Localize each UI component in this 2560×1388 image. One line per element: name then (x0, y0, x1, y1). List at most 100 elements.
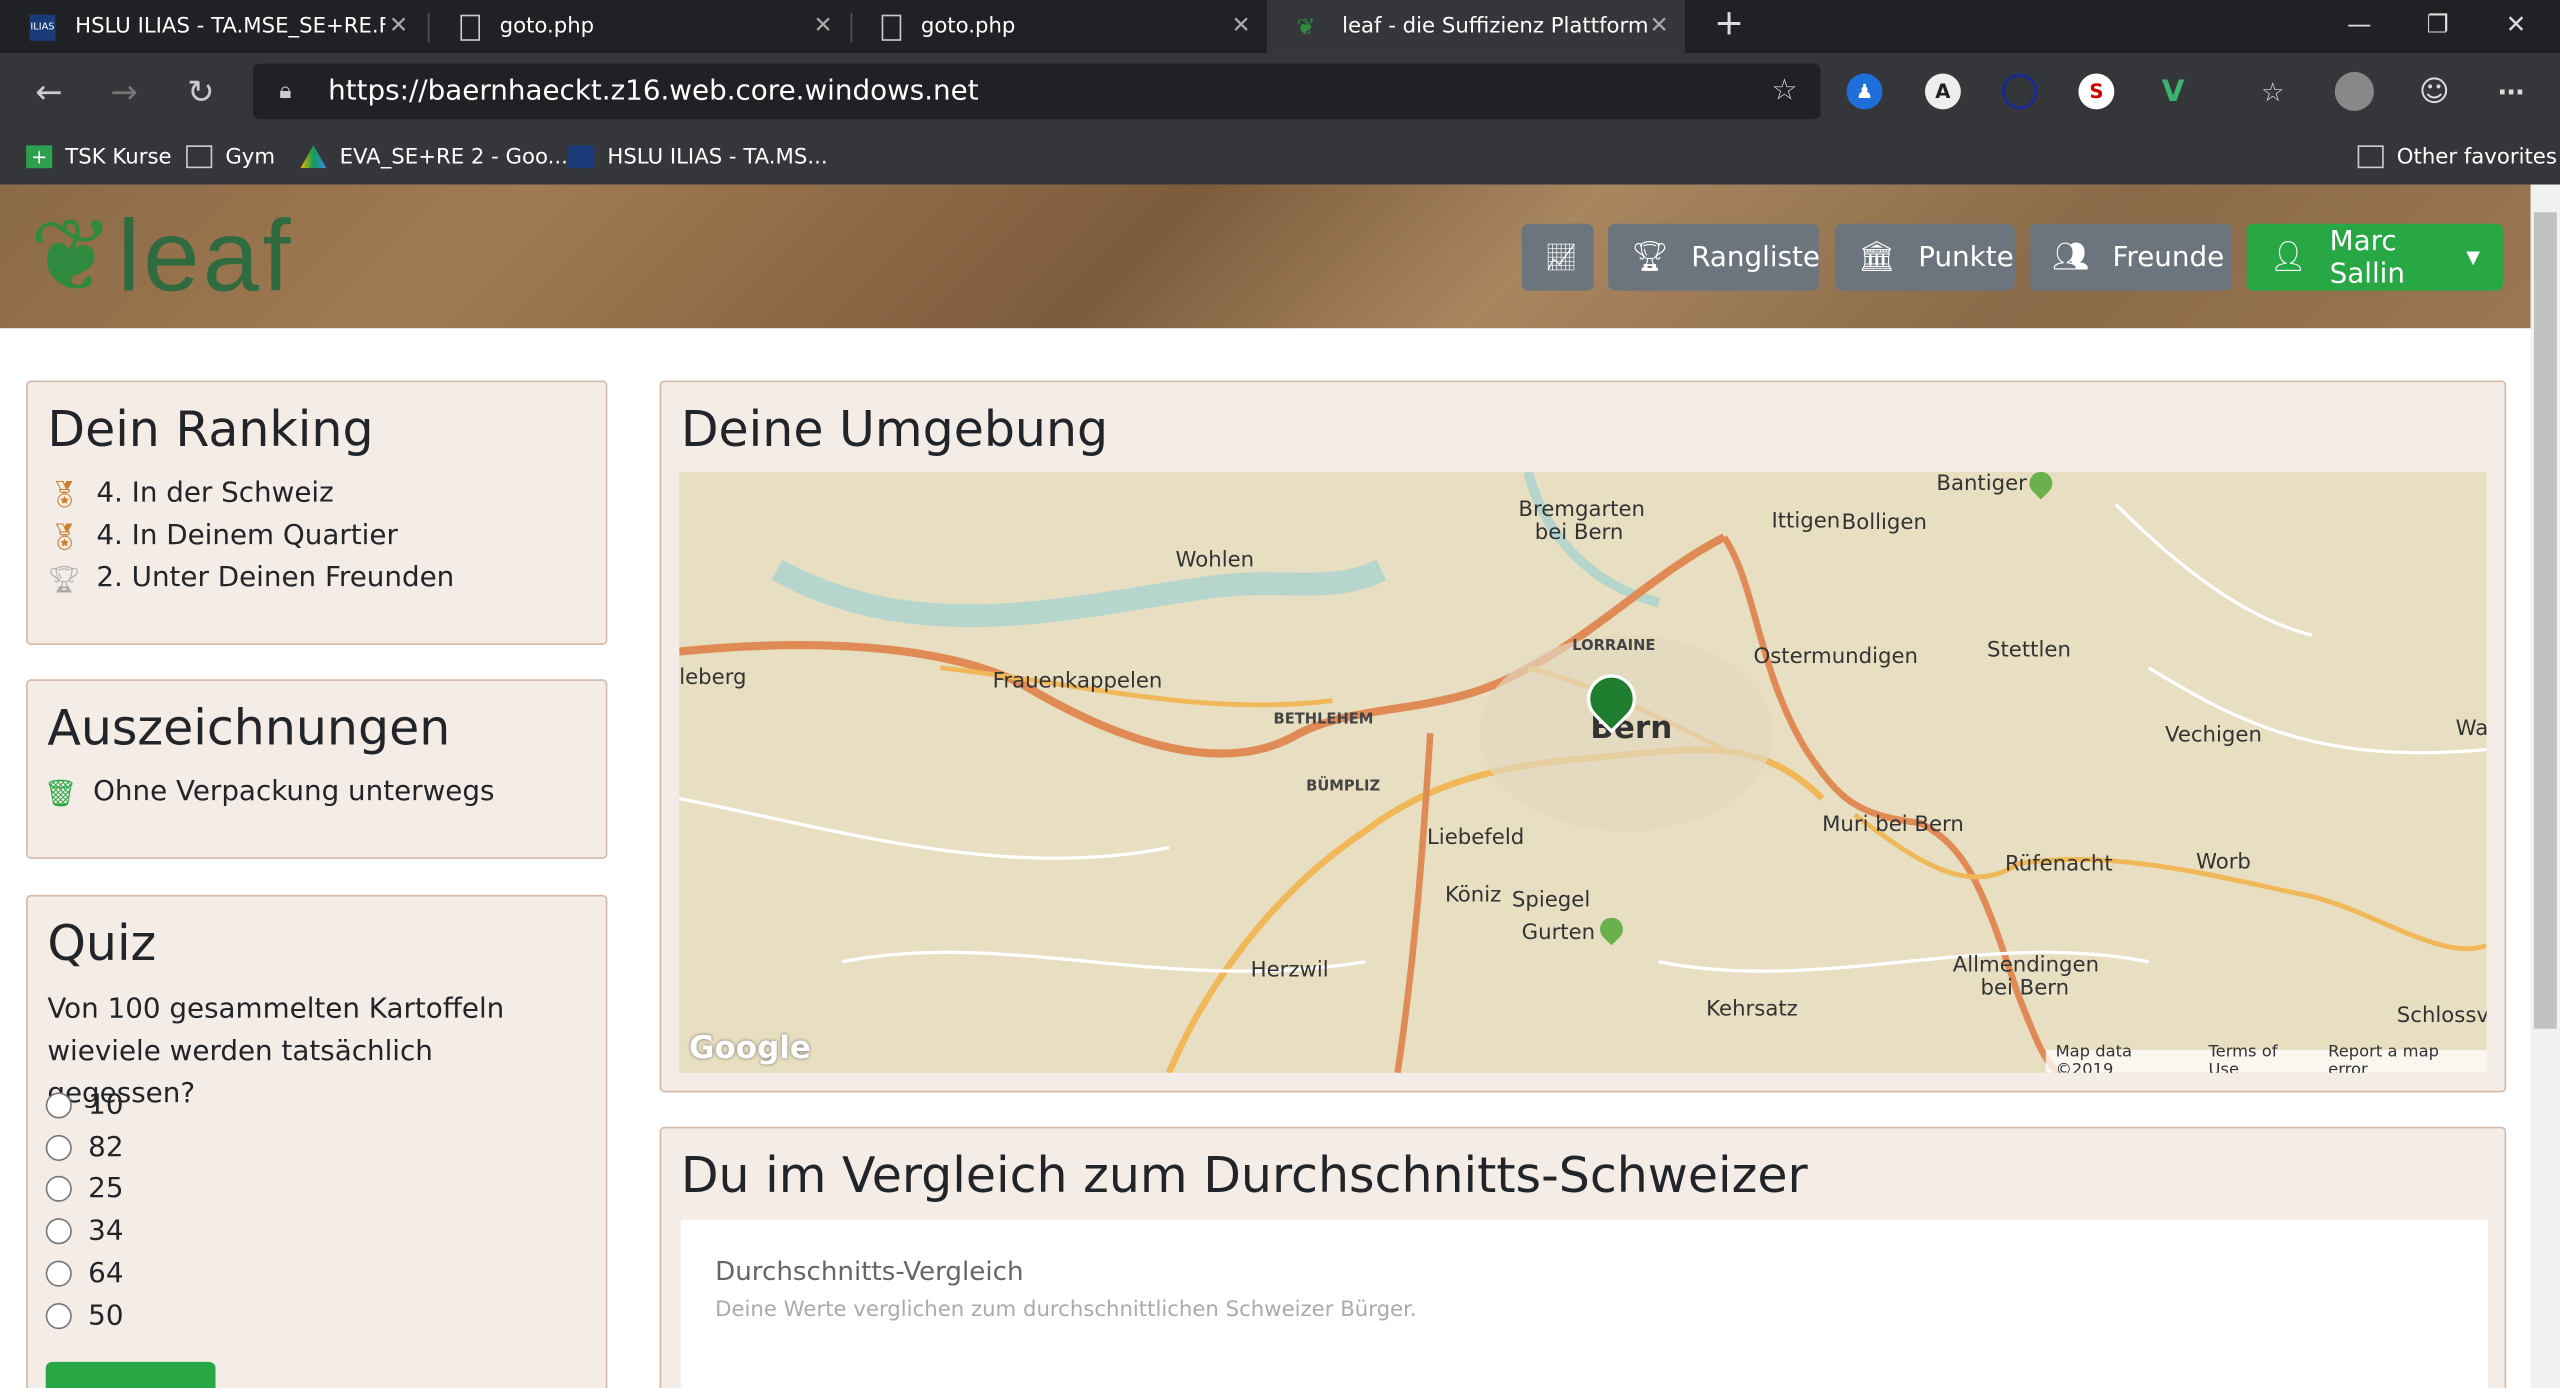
scrollbar-thumb[interactable] (2533, 212, 2557, 1029)
favorite-label: TSK Kurse (65, 144, 172, 170)
google-logo: Google (688, 1030, 811, 1067)
tab-title: HSLU ILIAS - TA.MSE_SE+RE.F19( (75, 14, 385, 40)
refresh-icon[interactable]: ↻ (180, 70, 222, 112)
punkte-button[interactable]: 🏛︎ Punkte (1835, 223, 2015, 291)
other-favorites-label: Other favorites (2396, 144, 2557, 170)
map-label: Bolligen (1841, 511, 1927, 536)
avatar[interactable] (2334, 71, 2374, 112)
close-icon[interactable]: ✕ (814, 13, 833, 39)
minimize-icon[interactable]: — (2322, 0, 2397, 54)
extension-icon[interactable] (2001, 73, 2038, 110)
awards-title: Auszeichnungen (47, 700, 451, 758)
ranking-title: Dein Ranking (47, 401, 374, 459)
radio-button[interactable] (45, 1175, 72, 1202)
chart-subtitle: Deine Werte verglichen zum durchschnittl… (715, 1298, 1417, 1323)
award-item: 🗑︎ Ohne Verpackung unterwegs (44, 776, 494, 809)
quiz-option[interactable]: 25 (45, 1172, 124, 1206)
comparison-title: Du im Vergleich zum Durchschnitts-Schwei… (680, 1147, 1808, 1206)
medal-icon: 🏅︎ (47, 520, 81, 552)
quiz-option[interactable]: 64 (45, 1257, 123, 1290)
ilias-icon (568, 145, 595, 169)
map-label: BÜMPLIZ (1306, 778, 1381, 796)
forward-icon[interactable]: → (103, 70, 145, 112)
radio-button[interactable] (45, 1260, 72, 1287)
rangliste-button[interactable]: 🏆︎ Rangliste (1608, 223, 1820, 291)
map-label: Stettlen (1986, 638, 2071, 663)
radio-button[interactable] (45, 1092, 72, 1119)
browser-tab[interactable]: goto.php ✕ (431, 0, 849, 54)
new-tab-button[interactable]: + (1691, 0, 1766, 54)
quiz-option[interactable]: 50 (45, 1300, 123, 1332)
map-roads (679, 471, 2487, 1073)
favorite-label: EVA_SE+RE 2 - Goo... (339, 144, 568, 170)
tab-title: goto.php (499, 14, 595, 40)
browser-tab[interactable]: ILIAS HSLU ILIAS - TA.MSE_SE+RE.F19( ✕ (0, 0, 425, 54)
caret-down-icon: ▼ (2466, 246, 2481, 268)
trophy-icon: 🏆︎ (1631, 240, 1669, 275)
browser-tab-active[interactable]: ❦ leaf - die Suffizienz Plattform ✕ (1266, 0, 1685, 54)
map-label: bei Bern (1980, 976, 2070, 1001)
map-footer: Map data ©2019 Terms of Use Report a map… (2045, 1043, 2487, 1073)
radio-button[interactable] (45, 1303, 72, 1330)
close-icon[interactable]: ✕ (1649, 13, 1668, 39)
map-label: Muri bei Bern (1822, 813, 1964, 838)
back-icon[interactable]: ← (28, 70, 70, 112)
extension-icon[interactable]: S (2078, 73, 2115, 110)
ranking-text: 4. In Deinem Quartier (96, 519, 398, 552)
smiley-icon[interactable]: ☺ (2416, 73, 2452, 109)
map-label: Rüfenacht (2004, 852, 2113, 877)
map-label: Wa (2455, 716, 2487, 742)
quiz-option[interactable]: 10 (45, 1089, 123, 1122)
extension-icon[interactable]: A (1924, 73, 1961, 110)
other-favorites[interactable]: Other favorites (2357, 140, 2557, 173)
favorite-item[interactable]: Gym (186, 140, 275, 173)
star-icon[interactable]: ☆ (1771, 64, 1797, 120)
map-label: Worb (2195, 850, 2251, 876)
address-bar[interactable]: 🔒︎ https://baernhaeckt.z16.web.core.wind… (253, 63, 1821, 120)
favorite-item[interactable]: EVA_SE+RE 2 - Goo... (300, 140, 568, 173)
document-icon (460, 13, 481, 41)
map-report-link[interactable]: Report a map error (2328, 1043, 2477, 1072)
map[interactable]: Bantiger Bremgarten bei Bern Ittigen Bol… (679, 471, 2487, 1073)
radio-button[interactable] (45, 1134, 72, 1161)
favorite-item[interactable]: HSLU ILIAS - TA.MS... (568, 140, 828, 173)
radio-button[interactable] (45, 1218, 72, 1245)
quiz-option[interactable]: 34 (45, 1215, 123, 1248)
close-icon[interactable]: ✕ (1231, 13, 1250, 39)
option-label: 82 (88, 1131, 124, 1165)
more-icon[interactable]: ⋯ (2493, 73, 2529, 109)
user-name: Marc Sallin (2329, 224, 2405, 290)
extension-icon[interactable]: ♟ (1846, 73, 1883, 110)
quiz-question: Von 100 gesammelten Kartoffeln wieviele … (47, 992, 505, 1111)
ranking-item: 🏆︎ 2. Unter Deinen Freunden (47, 562, 454, 595)
close-icon[interactable]: ✕ (389, 13, 408, 39)
freunde-button[interactable]: 👥︎ Freunde (2029, 223, 2232, 291)
map-terms-link[interactable]: Terms of Use (2208, 1043, 2308, 1072)
ranking-item: 🏅︎ 4. In Deinem Quartier (47, 519, 398, 552)
vue-extension-icon[interactable]: V (2155, 73, 2191, 109)
punkte-label: Punkte (1918, 240, 2014, 274)
quiz-submit-button[interactable] (45, 1361, 216, 1388)
user-menu-button[interactable]: 👤︎ Marc Sallin ▼ (2246, 223, 2503, 291)
award-text: Ohne Verpackung unterwegs (93, 775, 495, 809)
comparison-chart: Durchschnitts-Vergleich Deine Werte verg… (680, 1219, 2489, 1388)
browser-tab[interactable]: goto.php ✕ (852, 0, 1267, 54)
map-label: Bantiger (1936, 471, 2027, 497)
close-window-icon[interactable]: ✕ (2478, 0, 2553, 54)
map-label: Gurten (1521, 920, 1596, 946)
option-label: 25 (88, 1172, 124, 1206)
quiz-option[interactable]: 82 (45, 1131, 124, 1165)
google-drive-icon (300, 145, 327, 169)
surroundings-title: Deine Umgebung (680, 401, 1109, 459)
url-text: https://baernhaeckt.z16.web.core.windows… (328, 75, 979, 108)
favorites-icon[interactable]: ☆ (2255, 73, 2291, 109)
map-label: Ittigen (1771, 509, 1841, 534)
restore-icon[interactable]: ❐ (2400, 0, 2475, 54)
ranking-text: 4. In der Schweiz (96, 476, 334, 510)
stats-button[interactable]: 📈︎ (1521, 223, 1594, 291)
favorite-item[interactable]: + TSK Kurse (26, 140, 172, 173)
chart-title: Durchschnitts-Vergleich (715, 1255, 1024, 1287)
leaf-logo[interactable]: ❦leaf (29, 207, 293, 308)
trophy-icon: 🏆︎ (47, 562, 81, 594)
leaf-logo-icon: ❦ (29, 200, 118, 314)
